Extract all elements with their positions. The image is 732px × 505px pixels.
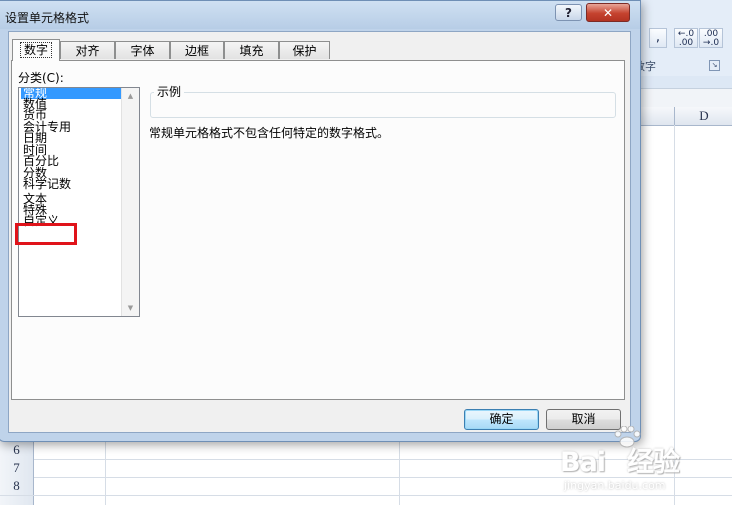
number-tab-panel: 分类(C): 常规 数值 货币 会计专用 日期 时间 百分比 分数 科学记数 文…: [11, 60, 625, 400]
baidu-jingyan-watermark: Bai 经验 jingyan.baidu.com: [560, 426, 730, 502]
dialog-client: 数字 对齐 字体 边框 填充 保护 分类(C): 常规 数值 货币 会计专用 日…: [8, 31, 631, 433]
tab-number[interactable]: 数字: [12, 39, 60, 61]
tab-label: 数字: [19, 42, 52, 58]
watermark-suffix: 经验: [627, 447, 680, 478]
close-button[interactable]: ✕: [586, 3, 630, 22]
category-scrollbar[interactable]: ▲ ▼: [121, 88, 139, 316]
tab-border[interactable]: 边框: [170, 41, 224, 59]
dialog-titlebar[interactable]: 设置单元格格式 ? ✕: [0, 1, 640, 29]
category-listbox[interactable]: 常规 数值 货币 会计专用 日期 时间 百分比 分数 科学记数 文本 特殊 自定…: [18, 87, 140, 317]
tab-label: 填充: [239, 44, 264, 58]
scroll-down-icon[interactable]: ▼: [122, 300, 139, 316]
row-number[interactable]: 6: [0, 441, 34, 459]
ok-button[interactable]: 确定: [464, 409, 539, 430]
row-number[interactable]: 7: [0, 459, 34, 477]
category-label: 分类(C):: [18, 71, 64, 85]
tab-label: 边框: [184, 44, 209, 58]
increase-decimal-button[interactable]: ←.0.00: [674, 28, 698, 48]
tab-font[interactable]: 字体: [115, 41, 170, 59]
tab-fill[interactable]: 填充: [224, 41, 279, 59]
format-cells-dialog: 设置单元格格式 ? ✕ 数字 对齐 字体 边框 填充 保护 分类(C): 常规 …: [0, 0, 641, 442]
tab-label: 对齐: [75, 44, 100, 58]
comma-style-button[interactable]: ,: [649, 28, 667, 48]
text-category-highlight: [15, 223, 77, 245]
tab-label: 字体: [130, 44, 155, 58]
tab-label: 保护: [292, 44, 317, 58]
decrease-decimal-icon: .00 →.0: [702, 29, 720, 48]
category-description: 常规单元格格式不包含任何特定的数字格式。: [149, 126, 390, 140]
help-button[interactable]: ?: [555, 4, 582, 21]
dialog-launcher-icon[interactable]: ↘: [709, 60, 720, 71]
tab-alignment[interactable]: 对齐: [60, 41, 115, 59]
row-number[interactable]: 8: [0, 477, 34, 495]
column-header-d[interactable]: D: [674, 107, 732, 125]
decrease-decimal-button[interactable]: .00 →.0: [699, 28, 723, 48]
watermark-brand: Bai: [560, 447, 606, 478]
close-icon: ✕: [602, 6, 614, 20]
cancel-button[interactable]: 取消: [546, 409, 621, 430]
sample-group: [150, 92, 616, 118]
dialog-title: 设置单元格格式: [5, 11, 90, 25]
increase-decimal-icon: ←.0.00: [677, 29, 695, 48]
category-item-scientific[interactable]: 科学记数: [21, 178, 123, 190]
scroll-up-icon[interactable]: ▲: [122, 88, 139, 104]
tab-protection[interactable]: 保护: [279, 41, 330, 59]
watermark-logo: Bai 经验: [560, 440, 680, 479]
sample-label: 示例: [154, 83, 185, 100]
watermark-url: jingyan.baidu.com: [564, 479, 666, 492]
